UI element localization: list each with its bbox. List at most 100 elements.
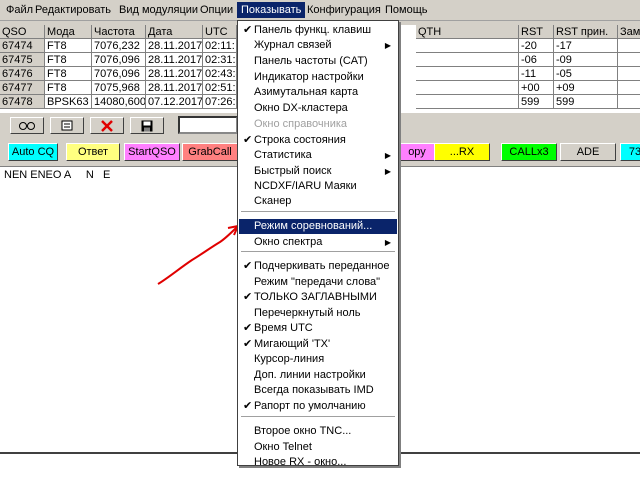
table-cell[interactable] [416, 67, 519, 81]
menu-config[interactable]: Конфигурация [303, 2, 385, 18]
table-cell[interactable]: 02:11: [203, 39, 237, 53]
table-cell[interactable]: -17 [554, 39, 618, 53]
fkey-button[interactable]: CALLx3 [501, 143, 557, 161]
table-cell[interactable] [416, 53, 519, 67]
table-cell[interactable]: 28.11.2017 [146, 81, 203, 95]
menu-item[interactable]: Индикатор настройки [239, 70, 397, 85]
fkey-button[interactable]: StartQSO [124, 143, 180, 161]
column-header[interactable]: Частота [92, 25, 146, 39]
table-cell[interactable]: FT8 [45, 81, 92, 95]
menu-item[interactable]: Окно DX-кластера [239, 101, 397, 116]
column-header[interactable]: RST прин. [554, 25, 618, 39]
menu-item[interactable]: Курсор-линия [239, 352, 397, 367]
fkey-button[interactable]: Ответ [66, 143, 120, 161]
table-cell[interactable]: 02:31:3 [203, 53, 237, 67]
table-row-number[interactable]: 67475 [0, 53, 45, 67]
table-cell[interactable]: FT8 [45, 67, 92, 81]
menu-item[interactable]: ✔ Строка состояния [239, 133, 397, 148]
fkey-button[interactable]: ...RX [434, 143, 490, 161]
menu-item[interactable]: Второе окно TNC... [239, 424, 397, 439]
table-cell[interactable]: -20 [519, 39, 554, 53]
menu-item[interactable]: Режим "передачи слова" [239, 275, 397, 290]
menu-mode[interactable]: Вид модуляции [115, 2, 202, 18]
menu-item[interactable]: Азимутальная карта [239, 85, 397, 100]
menu-item[interactable]: Быстрый поиск ▶ [239, 164, 397, 179]
menu-item[interactable]: ✔ Панель функц. клавиш [239, 23, 397, 38]
table-cell[interactable]: -11 [519, 67, 554, 81]
fkey-button[interactable]: GrabCall [182, 143, 238, 161]
column-header[interactable]: Зам [618, 25, 640, 39]
menu-edit[interactable]: Редактировать [31, 2, 115, 18]
fkey-button[interactable]: 73 [620, 143, 640, 161]
menu-item[interactable]: Доп. линии настройки [239, 368, 397, 383]
menu-item[interactable]: NCDXF/IARU Маяки [239, 179, 397, 194]
table-row-number[interactable]: 67476 [0, 67, 45, 81]
column-header[interactable]: Мода [45, 25, 92, 39]
menu-item[interactable]: Новое RX - окно... [239, 455, 397, 470]
table-cell[interactable] [416, 81, 519, 95]
menu-item[interactable]: Сканер [239, 194, 397, 209]
column-header[interactable]: QSO [0, 25, 45, 39]
menu-item[interactable]: ✔ ТОЛЬКО ЗАГЛАВНЫМИ [239, 290, 397, 305]
table-row-number[interactable]: 67474 [0, 39, 45, 53]
delete-qso-button[interactable] [90, 117, 124, 134]
column-header[interactable]: Дата [146, 25, 203, 39]
table-cell[interactable]: 07.12.2017 [146, 95, 203, 109]
menu-item[interactable]: ✔ Время UTC [239, 321, 397, 336]
fkey-button[interactable]: ору [398, 143, 436, 161]
table-cell[interactable]: 14080,600 [92, 95, 146, 109]
menu-item[interactable]: Окно Telnet [239, 440, 397, 455]
table-cell[interactable] [618, 95, 640, 109]
table-cell[interactable] [416, 95, 519, 109]
table-cell[interactable]: 28.11.2017 [146, 67, 203, 81]
table-cell[interactable]: 599 [554, 95, 618, 109]
table-cell[interactable]: +09 [554, 81, 618, 95]
table-cell[interactable] [416, 39, 519, 53]
table-cell[interactable]: 599 [519, 95, 554, 109]
menu-item[interactable]: Режим соревнований... [239, 219, 397, 234]
table-cell[interactable] [618, 81, 640, 95]
log-search-input[interactable] [178, 116, 238, 134]
table-cell[interactable]: BPSK63 [45, 95, 92, 109]
table-cell[interactable]: FT8 [45, 39, 92, 53]
table-cell[interactable]: 02:51:3 [203, 81, 237, 95]
table-row-number[interactable]: 67478 [0, 95, 45, 109]
table-cell[interactable]: 7076,096 [92, 67, 146, 81]
edit-qso-button[interactable] [50, 117, 84, 134]
table-cell[interactable]: 28.11.2017 [146, 53, 203, 67]
table-cell[interactable]: 7076,096 [92, 53, 146, 67]
column-header[interactable]: UTC [203, 25, 237, 39]
table-cell[interactable]: -05 [554, 67, 618, 81]
menu-item[interactable]: Журнал связей ▶ [239, 38, 397, 53]
table-cell[interactable] [618, 67, 640, 81]
table-cell[interactable]: -09 [554, 53, 618, 67]
table-cell[interactable]: FT8 [45, 53, 92, 67]
column-header[interactable]: QTH [416, 25, 519, 39]
menu-item[interactable]: Окно спектра ▶ [239, 235, 397, 250]
menu-item[interactable]: Всегда показывать IMD [239, 383, 397, 398]
menu-item[interactable]: ✔ Рапорт по умолчанию [239, 399, 397, 414]
find-button[interactable] [10, 117, 44, 134]
menu-item[interactable]: ✔ Мигающий 'TX' [239, 337, 397, 352]
fkey-button[interactable]: ADE [560, 143, 616, 161]
table-cell[interactable] [618, 39, 640, 53]
table-cell[interactable]: 07:26:0 [203, 95, 237, 109]
table-cell[interactable] [618, 53, 640, 67]
menu-view[interactable]: Показывать [237, 2, 306, 18]
save-qso-button[interactable] [130, 117, 164, 134]
table-cell[interactable]: -06 [519, 53, 554, 67]
table-cell[interactable]: 02:43:4 [203, 67, 237, 81]
table-cell[interactable]: +00 [519, 81, 554, 95]
table-cell[interactable]: 7076,232 [92, 39, 146, 53]
menu-help[interactable]: Помощь [381, 2, 432, 18]
menu-options[interactable]: Опции [196, 2, 237, 18]
menu-item[interactable]: ✔ Подчеркивать переданное [239, 259, 397, 274]
column-header[interactable]: RST [519, 25, 554, 39]
table-row-number[interactable]: 67477 [0, 81, 45, 95]
menu-item[interactable]: Статистика ▶ [239, 148, 397, 163]
menu-item[interactable]: Перечеркнутый ноль [239, 306, 397, 321]
fkey-button[interactable]: Auto CQ [8, 143, 58, 161]
menu-item[interactable]: Панель частоты (CAT) [239, 54, 397, 69]
table-cell[interactable]: 7075,968 [92, 81, 146, 95]
table-cell[interactable]: 28.11.2017 [146, 39, 203, 53]
